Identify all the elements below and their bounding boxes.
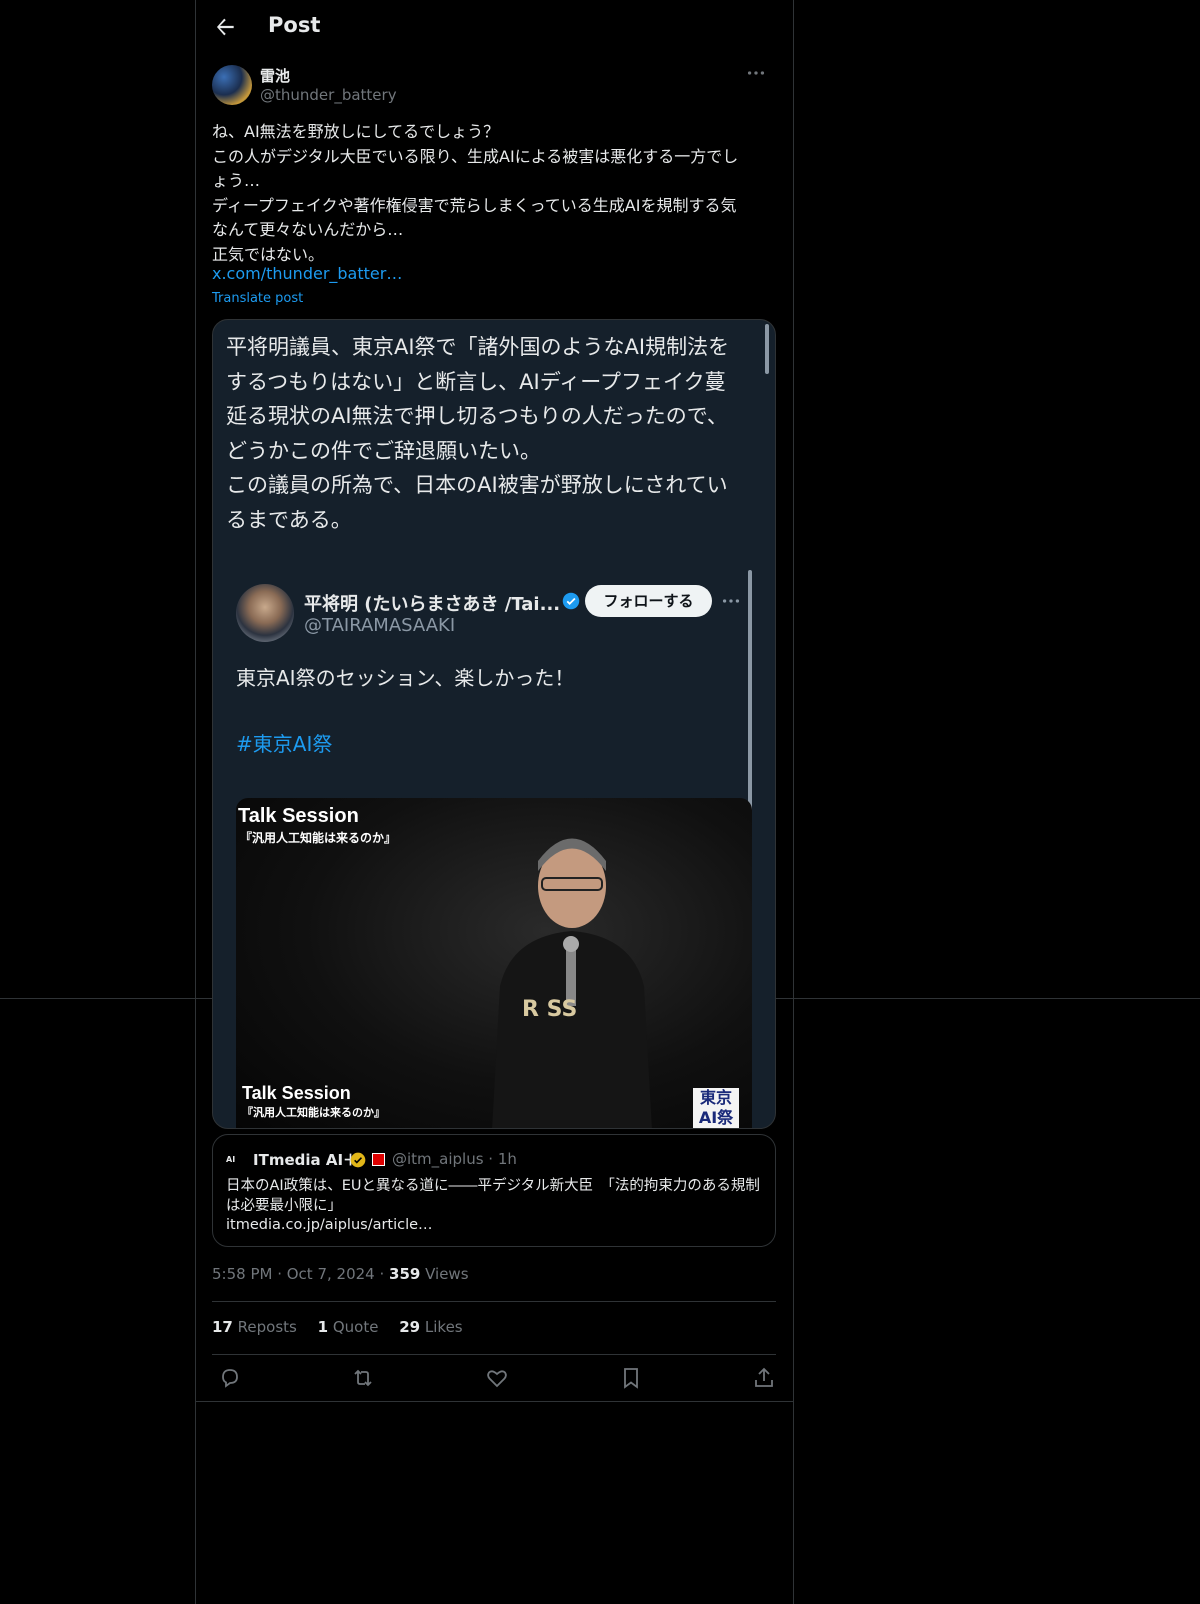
action-bar: [212, 1366, 776, 1390]
post-text-line: ね、AI無法を野放しにしてるでしょう？: [212, 122, 500, 141]
post-link[interactable]: x.com/thunder_batter…: [212, 264, 402, 283]
header: Post: [196, 0, 793, 54]
speaker-image: R SS: [492, 838, 652, 1128]
back-arrow-icon[interactable]: [212, 14, 238, 40]
bookmark-icon[interactable]: [619, 1366, 643, 1390]
video-player[interactable]: R SS Talk Session 『汎用人工知能は来るのか』 Talk Ses…: [236, 798, 752, 1128]
inner-author-handle[interactable]: @TAIRAMASAAKI: [304, 615, 455, 636]
engagement-stats: 17 Reposts 1 Quote 29 Likes: [212, 1318, 479, 1336]
svg-text:R SS: R SS: [522, 997, 577, 1022]
card-text: 日本のAI政策は、EUと異なる道に――平デジタル新大臣 「法的拘束力のある規制は…: [226, 1178, 760, 1214]
divider: [212, 1354, 776, 1355]
embed-text-line: どうかこの件でご辞退願いたい。: [226, 438, 541, 463]
itmedia-logo: AI: [226, 1155, 236, 1164]
translate-post-link[interactable]: Translate post: [212, 291, 303, 306]
quotes-stat[interactable]: 1 Quote: [318, 1318, 379, 1336]
post-text-line: この人がデジタル大臣でいる限り、生成AIによる被害は悪化する一方でし: [212, 146, 739, 166]
embed-text-line: るまである。: [226, 507, 352, 532]
post-timestamp[interactable]: 5:58 PM · Oct 7, 2024 ·: [212, 1265, 389, 1283]
reposts-stat[interactable]: 17 Reposts: [212, 1318, 297, 1336]
divider: [196, 1401, 793, 1402]
embed-text-line: この議員の所為で、日本のAI被害が野放しにされてい: [226, 473, 728, 497]
embed-text: 平将明議員、東京AI祭で「諸外国のようなAI規制法を するつもりはない」と断言し…: [226, 330, 756, 537]
scrollbar[interactable]: [765, 324, 769, 374]
inner-author-name[interactable]: 平将明 (たいらまさあき /Tai...: [304, 590, 560, 616]
views-label: Views: [420, 1265, 469, 1283]
reply-icon[interactable]: [218, 1366, 242, 1390]
verified-gold-icon: [350, 1152, 366, 1168]
follow-button[interactable]: フォローする: [585, 585, 712, 617]
repost-icon[interactable]: [351, 1366, 375, 1390]
inner-tweet[interactable]: 平将明 (たいらまさあき /Tai... フォローする @TAIRAMASAAK…: [227, 570, 752, 1128]
card-link[interactable]: itmedia.co.jp/aiplus/article…: [226, 1217, 433, 1233]
embedded-media[interactable]: 平将明議員、東京AI祭で「諸外国のようなAI規制法を するつもりはない」と断言し…: [212, 319, 776, 1129]
author-handle[interactable]: @thunder_battery: [260, 86, 397, 104]
video-title-lower: Talk Session: [242, 1083, 351, 1103]
likes-stat[interactable]: 29 Likes: [399, 1318, 462, 1336]
affiliate-badge-icon: [372, 1153, 385, 1166]
video-title: Talk Session: [238, 805, 359, 827]
card-author-handle[interactable]: @itm_aiplus · 1h: [392, 1150, 517, 1168]
card-author-name[interactable]: ITmedia AI＋: [253, 1149, 358, 1170]
hashtag-link[interactable]: #東京AI祭: [236, 728, 332, 757]
post-text-line: ょう…: [212, 171, 261, 190]
post-text-line: ディープフェイクや著作権侵害で荒らしまくっている生成AIを規制する気: [212, 195, 737, 215]
inner-tweet-text: 東京AI祭のセッション、楽しかった！: [236, 666, 575, 690]
post-column: Post 雷池 @thunder_battery ね、AI無法を野放しにしてるで…: [195, 0, 794, 1604]
share-icon[interactable]: [752, 1366, 776, 1390]
verified-icon: [562, 592, 580, 610]
quoted-article-card[interactable]: AI ITmedia AI＋ @itm_aiplus · 1h 日本のAI政策は…: [212, 1134, 776, 1247]
page-title: Post: [268, 13, 321, 37]
divider: [212, 1301, 776, 1302]
embed-text-line: 延る現状のAI無法で押し切るつもりの人だったので、: [226, 404, 728, 428]
post-text: ね、AI無法を野放しにしてるでしょう？ この人がデジタル大臣でいる限り、生成AI…: [212, 120, 772, 267]
video-subtitle-lower: 『汎用人工知能は来るのか』: [242, 1106, 385, 1119]
post-text-line: なんて更々ないんだから…: [212, 220, 404, 239]
more-icon[interactable]: [745, 62, 767, 84]
author-name[interactable]: 雷池: [260, 65, 290, 86]
embed-text-line: 平将明議員、東京AI祭で「諸外国のようなAI規制法を: [226, 335, 730, 359]
inner-avatar[interactable]: [236, 584, 294, 642]
post-meta: 5:58 PM · Oct 7, 2024 · 359 Views: [212, 1265, 469, 1283]
embed-text-line: するつもりはない」と断言し、AIディープフェイク蔓: [226, 369, 726, 394]
views-count: 359: [389, 1265, 421, 1283]
inner-scrollbar[interactable]: [748, 570, 752, 820]
video-subtitle: 『汎用人工知能は来るのか』: [240, 831, 397, 845]
avatar[interactable]: [212, 65, 252, 105]
like-icon[interactable]: [485, 1366, 509, 1390]
event-logo: 東京AI祭: [693, 1088, 739, 1128]
more-icon[interactable]: [720, 590, 742, 612]
